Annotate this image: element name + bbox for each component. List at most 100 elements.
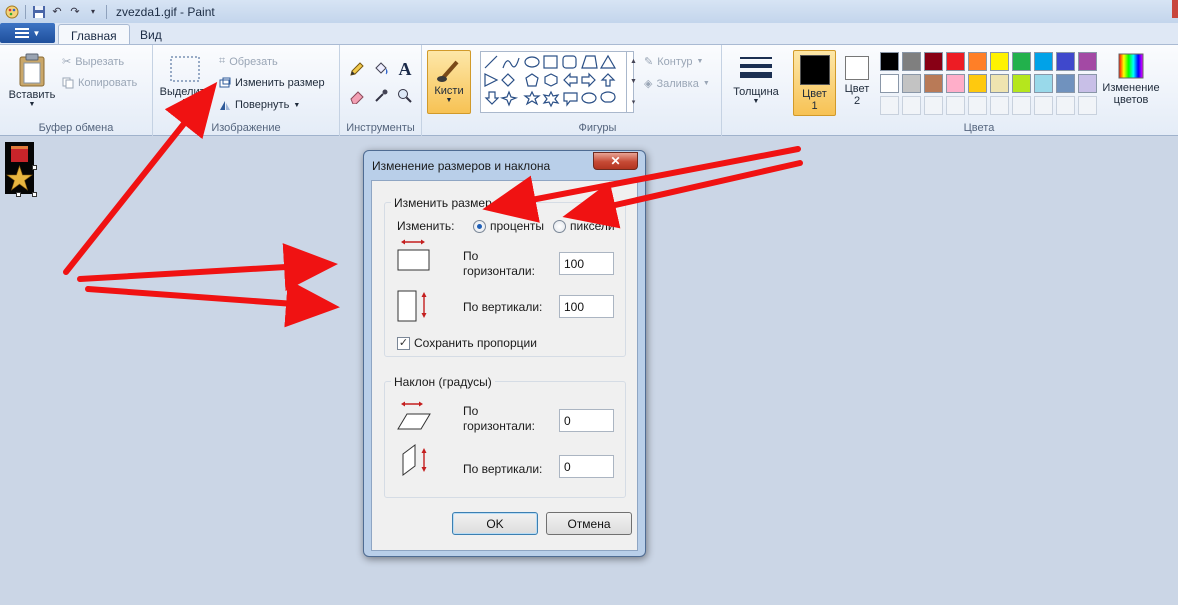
edit-colors-button[interactable]: Изменение цветов (1098, 53, 1164, 106)
palette-custom-slot[interactable] (1056, 96, 1075, 115)
palette-custom-slot[interactable] (1078, 96, 1097, 115)
resize-handle-bottom[interactable] (16, 192, 21, 197)
eraser-icon (349, 88, 365, 104)
cancel-button[interactable]: Отмена (546, 512, 632, 535)
text-tool[interactable]: A (394, 58, 416, 80)
fill-button[interactable]: ◈ Заливка ▼ (644, 77, 710, 91)
palette-custom-slot[interactable] (902, 96, 921, 115)
resize-horizontal-input[interactable] (559, 252, 614, 275)
app-menu-button[interactable]: ▼ (0, 23, 55, 43)
palette-custom-slot[interactable] (1012, 96, 1031, 115)
brushes-label: Кисти (434, 85, 464, 97)
palette-color-swatch[interactable] (924, 74, 943, 93)
palette-color-swatch[interactable] (880, 74, 899, 93)
window-close-button[interactable] (1172, 0, 1178, 18)
dialog-close-button[interactable]: ✕ (593, 152, 638, 170)
palette-color-swatch[interactable] (968, 74, 987, 93)
resize-by-label: Изменить: (397, 219, 455, 233)
eraser-tool[interactable] (346, 85, 368, 107)
palette-color-swatch[interactable] (990, 52, 1009, 71)
palette-color-swatch[interactable] (1078, 52, 1097, 71)
resize-handle-right[interactable] (32, 165, 37, 170)
palette-custom-slot[interactable] (924, 96, 943, 115)
color-picker-tool[interactable] (370, 85, 392, 107)
palette-color-swatch[interactable] (1034, 74, 1053, 93)
skew-horizontal-label-line1: По (463, 404, 479, 418)
chevron-down-icon: ▼ (702, 80, 710, 87)
rotate-button[interactable]: Повернуть ▼ (219, 99, 300, 111)
palette-custom-slot[interactable] (1034, 96, 1053, 115)
color1-button[interactable]: Цвет 1 (793, 50, 836, 116)
brushes-button[interactable]: Кисти ▼ (427, 50, 471, 114)
horizontal-resize-icon (397, 238, 431, 275)
group-image: Выделить ▼ ⌗ Обрезать Изменить размер По… (153, 45, 340, 136)
percent-radio[interactable] (473, 220, 486, 233)
magnifier-tool[interactable] (394, 85, 416, 107)
resize-handle-corner[interactable] (32, 192, 37, 197)
palette-color-swatch[interactable] (924, 52, 943, 71)
palette-color-swatch[interactable] (1056, 74, 1075, 93)
group-tools: A Инструменты (340, 45, 422, 136)
shapes-gallery-scroll[interactable]: ▲ ▼ ▾ (626, 51, 640, 113)
palette-color-swatch[interactable] (902, 52, 921, 71)
palette-color-swatch[interactable] (902, 74, 921, 93)
palette-color-swatch[interactable] (968, 52, 987, 71)
cut-button[interactable]: ✂ Вырезать (62, 55, 124, 69)
paint-bucket-icon (373, 61, 389, 77)
chevron-down-icon: ▼ (752, 98, 760, 105)
close-icon: ✕ (610, 154, 621, 168)
palette-color-swatch[interactable] (1056, 52, 1075, 71)
palette-color-swatch[interactable] (1078, 74, 1097, 93)
redo-icon[interactable]: ↷ (67, 4, 83, 20)
pixels-label[interactable]: пиксели (570, 219, 615, 234)
canvas-image[interactable] (5, 142, 34, 194)
fill-tool[interactable] (370, 58, 392, 80)
palette-color-swatch[interactable] (1012, 74, 1031, 93)
pixels-radio[interactable] (553, 220, 566, 233)
palette-custom-slot[interactable] (880, 96, 899, 115)
save-icon[interactable] (31, 4, 47, 20)
color2-button[interactable]: Цвет 2 (838, 52, 876, 107)
window-title: zvezda1.gif - Paint (116, 4, 215, 19)
palette-color-swatch[interactable] (880, 52, 899, 71)
palette-color-swatch[interactable] (946, 74, 965, 93)
skew-vertical-input[interactable] (559, 455, 614, 478)
palette-color-swatch[interactable] (1012, 52, 1031, 71)
resize-horizontal-label-line1: По (463, 249, 479, 263)
percent-label[interactable]: проценты (490, 219, 544, 234)
pencil-tool[interactable] (346, 58, 368, 80)
undo-icon[interactable]: ↶ (49, 4, 65, 20)
tab-view[interactable]: Вид (128, 24, 174, 46)
size-button[interactable]: Толщина ▼ (728, 55, 784, 105)
chevron-down-icon: ▼ (32, 28, 41, 38)
resize-button[interactable]: Изменить размер (219, 77, 325, 89)
group-brushes: Кисти ▼ (422, 45, 474, 136)
resize-vertical-input[interactable] (559, 295, 614, 318)
skew-horizontal-input[interactable] (559, 409, 614, 432)
outline-button[interactable]: ✎ Контур ▼ (644, 55, 703, 69)
palette-color-swatch[interactable] (1034, 52, 1053, 71)
paint-app-icon[interactable] (4, 4, 20, 20)
customize-toolbar-icon[interactable]: ▾ (85, 4, 101, 20)
palette-custom-slot[interactable] (990, 96, 1009, 115)
shapes-gallery[interactable] (480, 51, 634, 113)
keep-ratio-label[interactable]: Сохранить пропорции (414, 336, 537, 351)
color1-label-line2: 1 (811, 100, 818, 112)
ok-button[interactable]: OK (452, 512, 538, 535)
resize-legend: Изменить размер (391, 196, 495, 210)
palette-color-swatch[interactable] (990, 74, 1009, 93)
palette-custom-slot[interactable] (946, 96, 965, 115)
select-button[interactable]: Выделить ▼ (159, 55, 211, 105)
tab-home[interactable]: Главная (58, 24, 130, 46)
palette-custom-slot[interactable] (968, 96, 987, 115)
crop-button[interactable]: ⌗ Обрезать (219, 55, 278, 68)
chevron-up-icon: ▲ (630, 57, 637, 65)
copy-button[interactable]: Копировать (62, 77, 137, 89)
keep-ratio-checkbox[interactable]: ✓ (397, 337, 410, 350)
color2-swatch (845, 56, 869, 80)
palette-color-swatch[interactable] (946, 52, 965, 71)
title-bar: ↶ ↷ ▾ zvezda1.gif - Paint (0, 0, 1178, 23)
paste-button[interactable]: Вставить ▼ (6, 53, 58, 108)
ribbon: Вставить ▼ ✂ Вырезать Копировать Буфер о… (0, 44, 1178, 136)
color1-swatch (799, 55, 830, 85)
